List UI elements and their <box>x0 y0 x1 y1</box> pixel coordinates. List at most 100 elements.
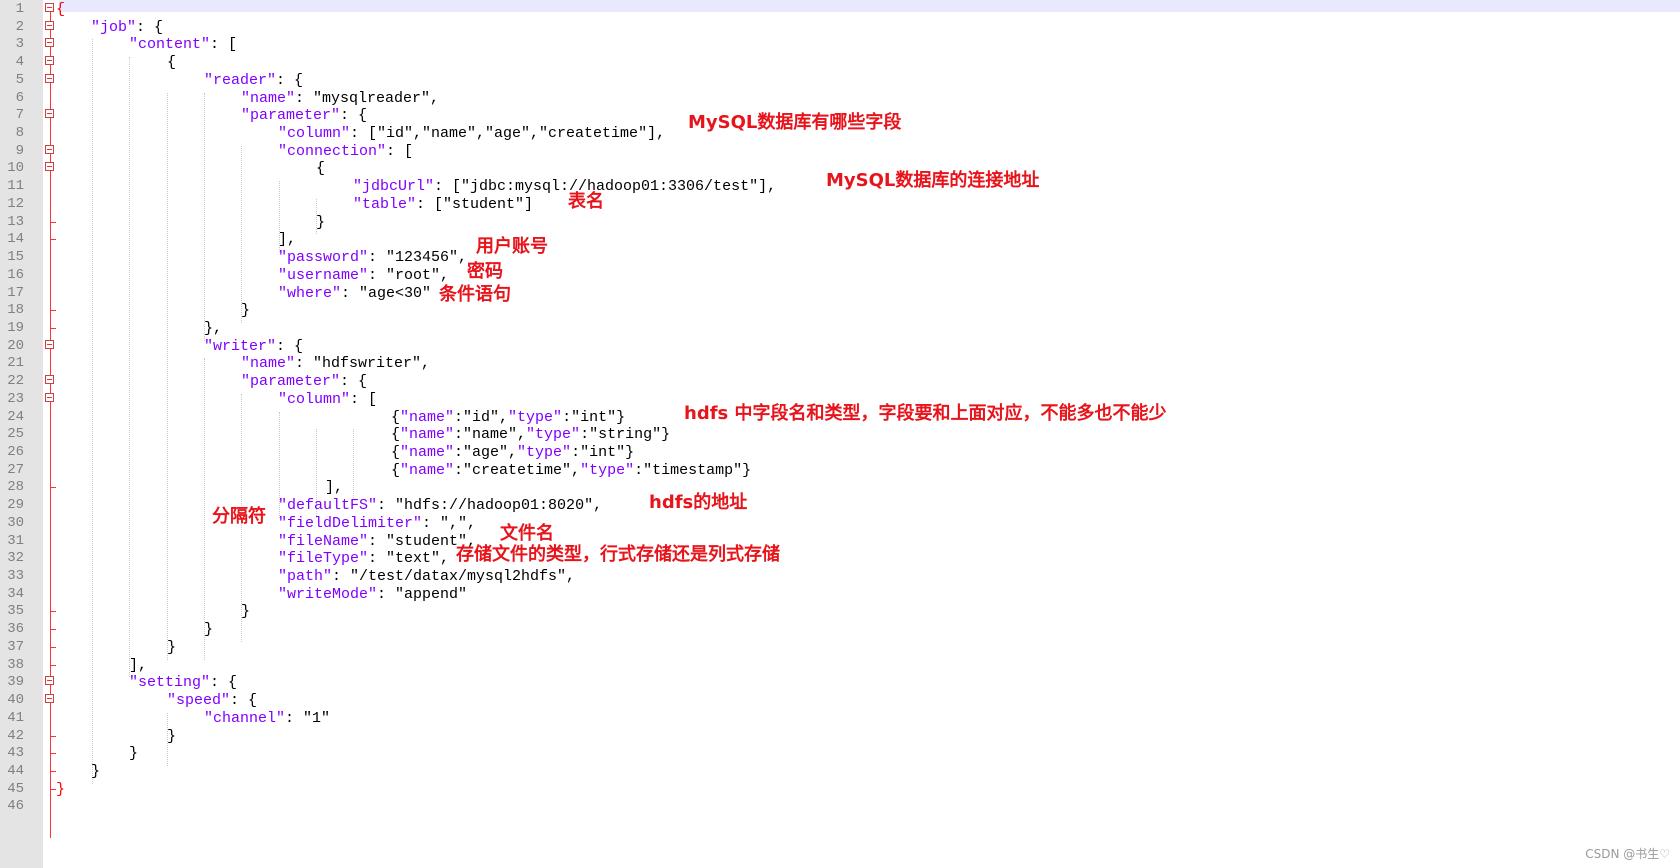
code-token: : ",", <box>422 514 477 532</box>
code-editor[interactable]: 1{2 "job": {3 "content": [4{5 "reader": {6 "… <box>0 0 1680 868</box>
code-token: }, <box>204 319 223 337</box>
fold-end-marker <box>50 611 56 613</box>
fold-toggle-icon[interactable] <box>45 56 54 66</box>
line-number: 14 <box>7 231 24 248</box>
indent-guide <box>241 145 242 323</box>
code-token: } <box>204 621 214 639</box>
code-token: } <box>241 302 251 320</box>
line-number: 6 <box>15 89 24 106</box>
code-token: } <box>167 727 177 745</box>
code-line: "path": "/test/datax/mysql2hdfs", <box>278 567 575 586</box>
code-token: : ["student"] <box>416 195 534 213</box>
code-token: "type" <box>517 444 572 461</box>
indent-guide <box>204 92 205 341</box>
line-number: 16 <box>7 266 24 283</box>
annotation-hdfs-columns: hdfs 中字段名和类型，字段要和上面对应，不能多也不能少 <box>684 403 1167 424</box>
indent-guide <box>167 92 168 660</box>
fold-end-marker <box>50 310 56 312</box>
line-number: 32 <box>7 550 24 567</box>
code-token: } <box>129 745 139 763</box>
code-token: : { <box>276 71 304 89</box>
line-number: 7 <box>15 107 24 124</box>
code-token: "column" <box>278 390 351 408</box>
line-number: 19 <box>7 319 24 336</box>
code-token: { <box>167 54 177 72</box>
fold-toggle-icon[interactable] <box>45 375 54 385</box>
code-token: : { <box>276 337 304 355</box>
code-token: : "/test/datax/mysql2hdfs", <box>332 568 576 586</box>
line-number: 30 <box>7 514 24 531</box>
line-number: 39 <box>7 674 24 691</box>
code-token: "name" <box>400 426 455 444</box>
fold-toggle-icon[interactable] <box>45 20 54 30</box>
fold-toggle-icon[interactable] <box>45 392 54 402</box>
code-token: "jdbcUrl" <box>353 178 435 196</box>
code-token: : { <box>210 674 238 692</box>
code-token: : { <box>230 692 258 710</box>
line-number: 10 <box>7 160 24 177</box>
code-line: } <box>204 620 213 639</box>
fold-end-marker <box>50 629 56 631</box>
code-token: "parameter" <box>241 373 341 391</box>
fold-toggle-icon[interactable] <box>45 162 54 172</box>
indent-guide <box>92 39 93 784</box>
fold-toggle-icon[interactable] <box>45 144 54 154</box>
code-line: "defaultFS": "hdfs://hadoop01:8020", <box>278 496 602 515</box>
watermark: CSDN @书生♡ <box>1585 847 1670 861</box>
code-token: :"id", <box>454 408 509 426</box>
code-line: } <box>241 301 250 320</box>
code-token: "writer" <box>204 337 277 355</box>
line-number: 15 <box>7 249 24 266</box>
line-number: 23 <box>7 390 24 407</box>
line-number: 2 <box>15 18 24 35</box>
line-number: 45 <box>7 780 24 797</box>
annotation-where-clause: 条件语句 <box>439 284 511 305</box>
code-token: : [ <box>350 390 378 408</box>
fold-end-marker <box>50 239 56 241</box>
fold-toggle-icon[interactable] <box>45 676 54 686</box>
line-number: 13 <box>7 213 24 230</box>
line-number: 28 <box>7 479 24 496</box>
code-line: "setting": { <box>129 673 237 692</box>
code-line: "fileName": "student", <box>278 532 476 551</box>
code-token: : "text", <box>368 550 450 568</box>
line-number: 34 <box>7 585 24 602</box>
indent-guide <box>204 358 205 660</box>
fold-toggle-icon[interactable] <box>45 3 54 12</box>
code-token: "username" <box>278 266 369 284</box>
code-line: } <box>167 638 176 657</box>
code-token: : "root", <box>368 266 450 284</box>
code-line: } <box>129 744 138 763</box>
code-token: : "hdfs://hadoop01:8020", <box>377 497 603 515</box>
fold-end-marker <box>50 487 56 489</box>
fold-end-marker <box>50 770 56 772</box>
fold-toggle-icon[interactable] <box>45 73 54 83</box>
line-number: 21 <box>7 355 24 372</box>
fold-end-marker <box>50 735 56 737</box>
code-token: : "123456", <box>368 249 468 267</box>
annotation-table-name: 表名 <box>568 191 604 212</box>
code-token: { <box>391 461 401 479</box>
code-line: "name": "hdfswriter", <box>241 354 430 373</box>
code-line: {"name":"name","type":"string"} <box>391 425 670 444</box>
fold-toggle-icon[interactable] <box>45 694 54 704</box>
line-number: 46 <box>7 798 24 815</box>
fold-toggle-icon[interactable] <box>45 109 54 119</box>
code-token: "type" <box>526 426 581 444</box>
code-token: } <box>91 762 101 780</box>
fold-toggle-icon[interactable] <box>45 339 54 349</box>
line-number: 31 <box>7 532 24 549</box>
fold-toggle-icon[interactable] <box>45 38 54 48</box>
code-token: "connection" <box>278 142 387 160</box>
fold-end-marker <box>50 664 56 666</box>
code-line: "connection": [ <box>278 142 413 161</box>
code-line: } <box>56 780 65 799</box>
code-token: "name" <box>400 408 455 426</box>
line-number: 17 <box>7 284 24 301</box>
line-number: 26 <box>7 444 24 460</box>
code-line: "column": ["id","name","age","createtime… <box>278 124 665 143</box>
code-token: "name" <box>241 355 296 373</box>
code-token: :"name", <box>454 426 527 444</box>
code-line: "job": { <box>91 18 163 37</box>
code-token: : { <box>340 107 368 125</box>
